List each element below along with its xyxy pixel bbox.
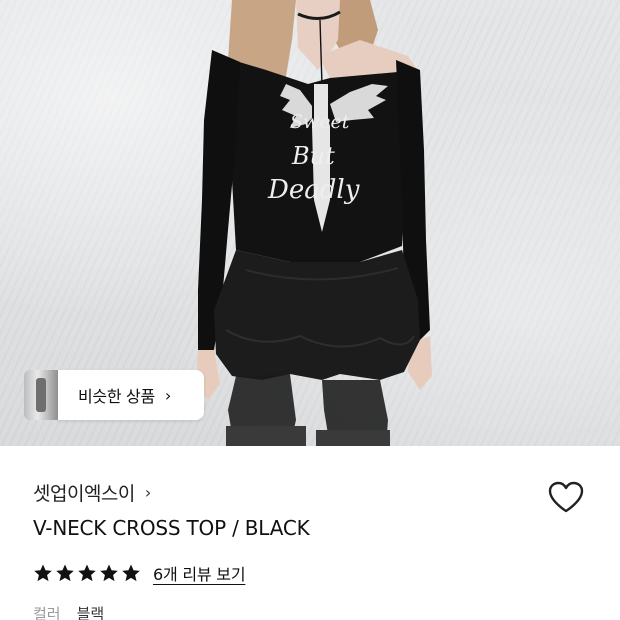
shirt-print-text: Sweet bbox=[290, 111, 350, 133]
heart-outline-icon bbox=[548, 481, 584, 513]
rating-row: 6개 리뷰 보기 bbox=[33, 561, 246, 585]
star-filled-icon bbox=[122, 564, 140, 582]
similar-products-label: 비슷한 상품 bbox=[78, 387, 155, 406]
star-filled-icon bbox=[78, 564, 96, 582]
chevron-right-icon: › bbox=[164, 385, 172, 405]
color-option: 컬러 블랙 bbox=[33, 603, 104, 620]
star-filled-icon bbox=[100, 564, 118, 582]
product-title: V-NECK CROSS TOP / BLACK bbox=[33, 516, 310, 540]
star-filled-icon bbox=[56, 564, 74, 582]
color-option-label: 컬러 bbox=[33, 605, 61, 620]
brand-link[interactable]: 셋업이엑스이 › bbox=[33, 478, 151, 506]
product-photo[interactable]: Sweet But Deadly 비슷한 상품 › bbox=[0, 0, 620, 446]
shirt-print-text: Deadly bbox=[267, 175, 360, 205]
rating-stars bbox=[33, 563, 141, 583]
brand-name: 셋업이엑스이 bbox=[33, 482, 135, 505]
shirt-print-text: But bbox=[291, 142, 335, 170]
similar-product-thumbnail bbox=[24, 370, 58, 420]
star-filled-icon bbox=[34, 564, 52, 582]
review-link[interactable]: 6개 리뷰 보기 bbox=[153, 561, 246, 585]
similar-products-button[interactable]: 비슷한 상품 › bbox=[24, 370, 204, 420]
wishlist-button[interactable] bbox=[546, 478, 586, 516]
color-option-value: 블랙 bbox=[76, 605, 105, 620]
chevron-right-icon: › bbox=[144, 482, 152, 502]
